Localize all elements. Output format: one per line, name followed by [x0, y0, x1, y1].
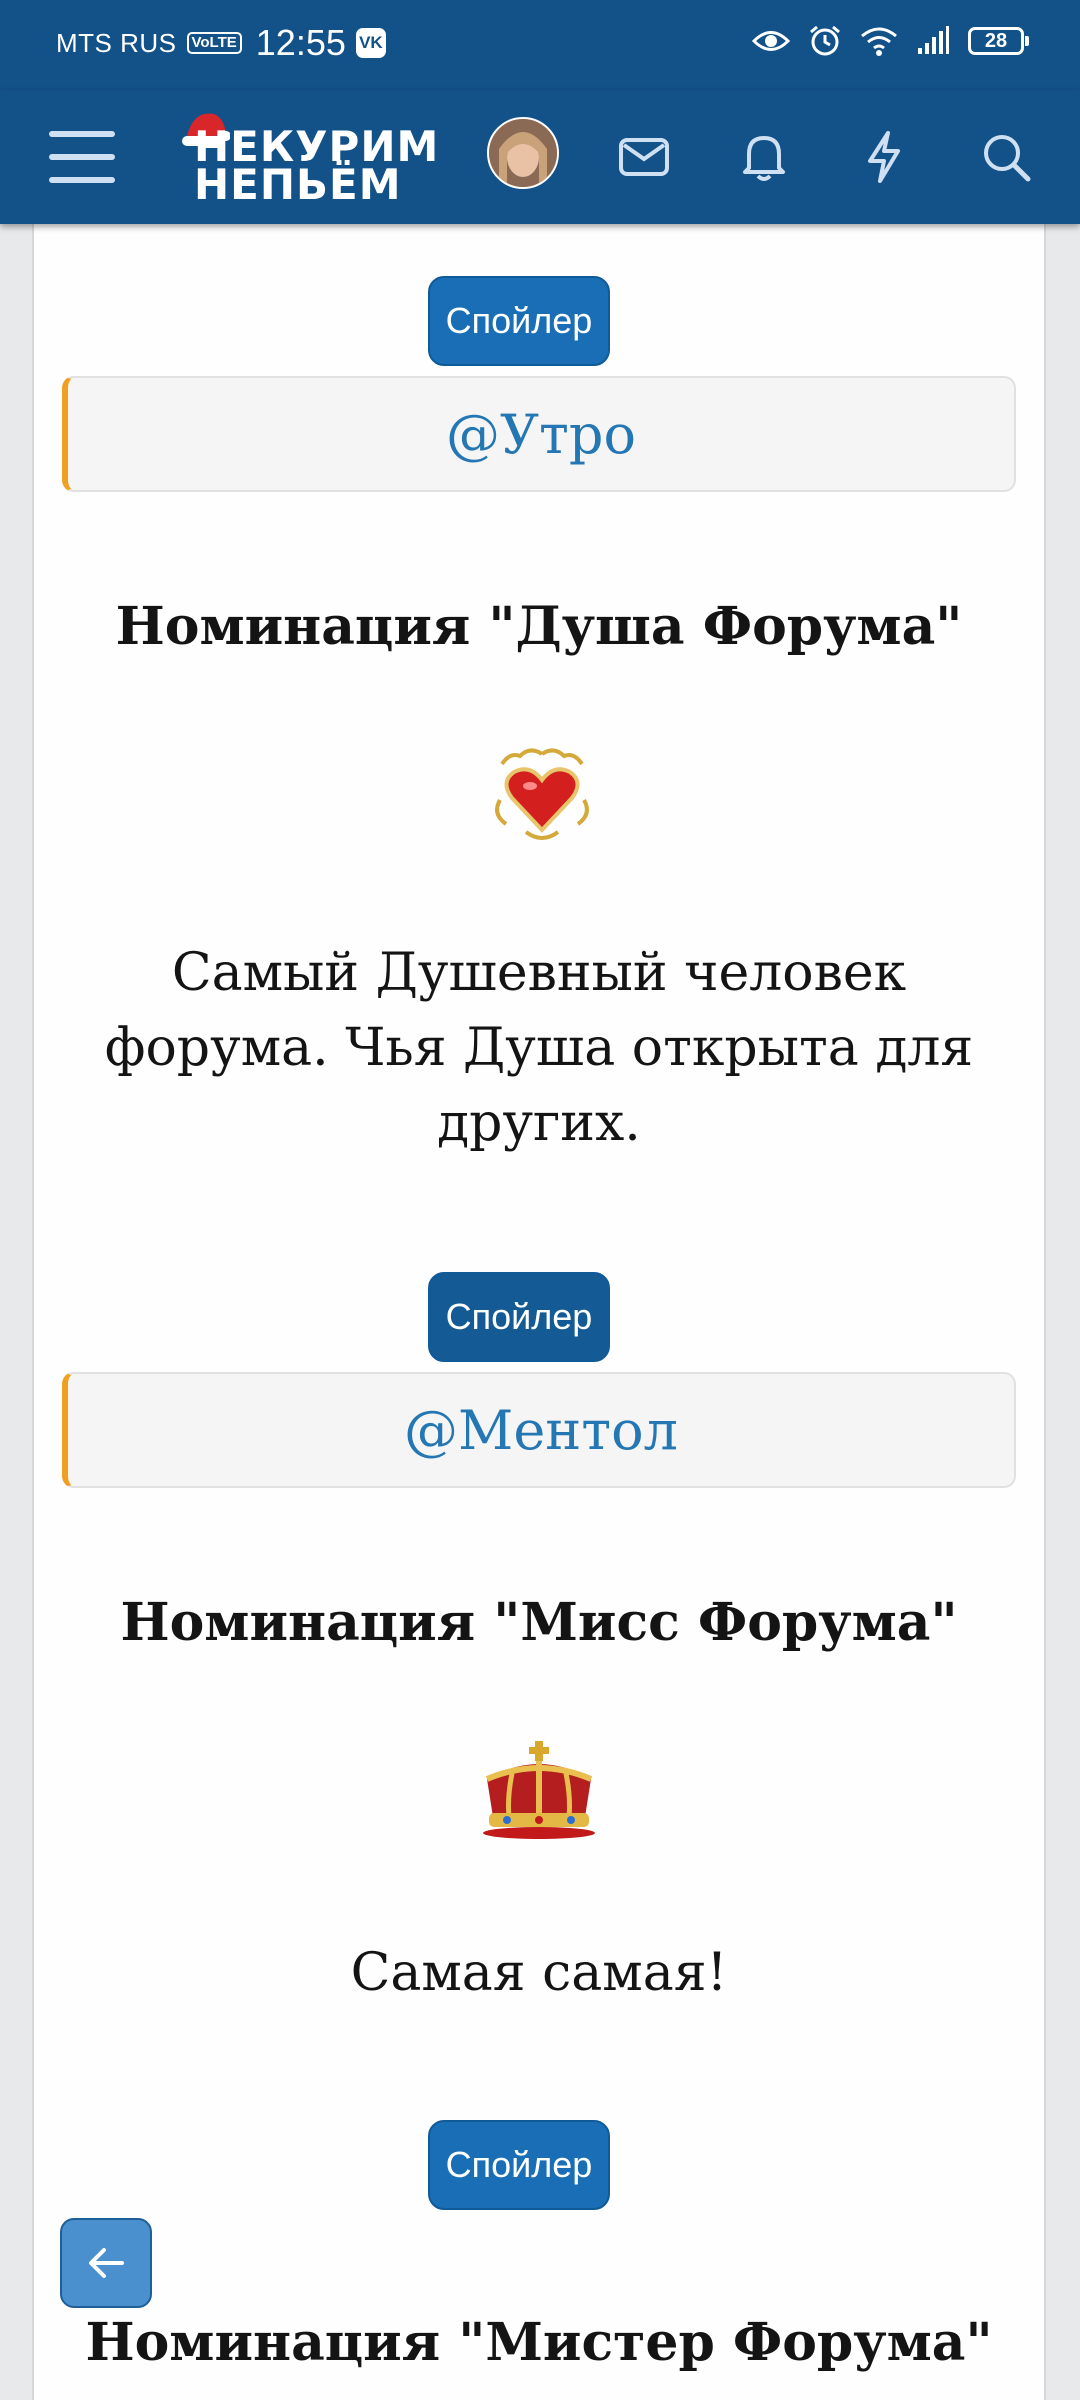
spoiler-content: @Ментол [62, 1372, 1016, 1488]
crown-icon [477, 1739, 601, 1847]
spoiler-button[interactable]: Спойлер [428, 2120, 610, 2210]
vk-notification-icon: VK [355, 28, 386, 58]
carrier-name: MTS RUS [56, 27, 177, 58]
bell-icon [743, 136, 785, 181]
lightning-icon [868, 131, 900, 183]
eye-icon [752, 31, 790, 51]
search-button[interactable] [961, 112, 1051, 202]
spoiler-button[interactable]: Спойлер [428, 1272, 610, 1362]
alarm-icon [810, 25, 840, 56]
hamburger-icon [49, 131, 115, 183]
nomination-description: Самый Душевный человек форума. Чья Душа … [104, 943, 974, 1153]
nomination-heading: Номинация "Мистер Форума" [85, 2312, 993, 2373]
nomination-description: Самая самая! [350, 1943, 728, 2003]
search-icon [984, 135, 1031, 182]
user-mention[interactable]: @Ментол [404, 1399, 678, 1462]
user-mention[interactable]: @Утро [446, 403, 636, 466]
battery-icon: 28 [968, 27, 1029, 55]
nomination-heading: Номинация "Душа Форума" [115, 596, 963, 657]
status-time: 12:55 [255, 22, 346, 63]
status-bar: MTS RUS VoLTE 12:55 VK 28 [0, 0, 1080, 90]
user-avatar[interactable] [487, 117, 559, 189]
top-nav-bar: НЕКУРИМ НЕПЬЁМ [0, 90, 1080, 224]
signal-icon [918, 26, 949, 54]
arrow-left-icon [89, 2248, 124, 2278]
back-button[interactable] [60, 2218, 152, 2308]
heart-icon [490, 744, 594, 852]
menu-button[interactable] [37, 112, 127, 202]
alerts-button[interactable] [719, 112, 809, 202]
inbox-button[interactable] [599, 112, 689, 202]
avatar-image [489, 119, 557, 187]
nomination-heading: Номинация "Мисс Форума" [120, 1592, 958, 1653]
post-content: Спойлер @Утро Номинация "Душа Форума" Са… [32, 224, 1046, 2400]
wifi-icon [861, 27, 897, 56]
site-logo[interactable]: НЕКУРИМ НЕПЬЁМ [180, 106, 440, 206]
logo-line-2: НЕПЬЁМ [194, 160, 402, 209]
whats-new-button[interactable] [839, 112, 929, 202]
spoiler-content: @Утро [62, 376, 1016, 492]
spoiler-button[interactable]: Спойлер [428, 276, 610, 366]
envelope-icon [619, 138, 669, 176]
volte-badge: VoLTE [186, 32, 242, 54]
